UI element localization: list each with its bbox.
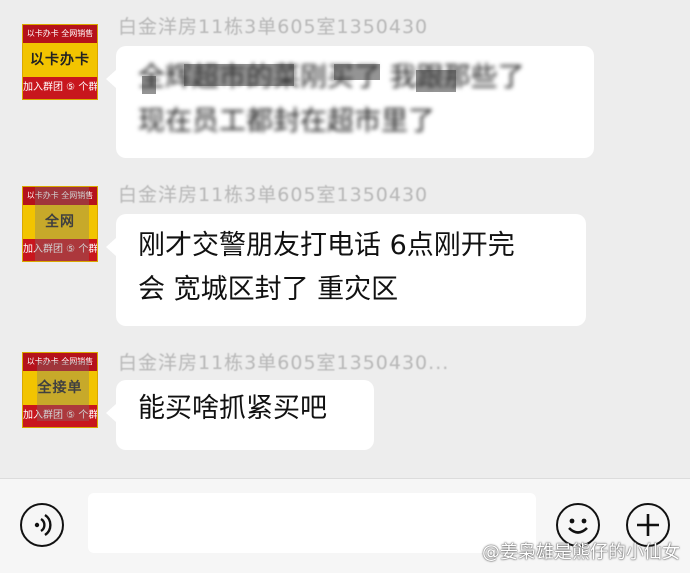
avatar[interactable]: 以卡办卡 全网销售 全网 加入群团 ⑤ 个群组 (22, 186, 98, 262)
censor-block (416, 70, 456, 92)
avatar-banner: 以卡办卡 全网销售 (23, 25, 97, 43)
censor-block (184, 64, 294, 86)
voice-icon (34, 514, 52, 536)
sender-name: 白金洋房11栋3单605室1350430 (118, 184, 429, 206)
message-text-line: 会 宽城区封了 重灾区 (138, 274, 399, 305)
avatar[interactable]: 以卡办卡 全网销售 全接单 加入群团 ⑤ 个群组 (22, 352, 98, 428)
avatar[interactable]: 以卡办卡 全网销售 以卡办卡 加入群团 ⑤ 个群组 (22, 24, 98, 100)
pixelation (35, 187, 89, 261)
avatar-title: 以卡办卡 (30, 52, 90, 68)
voice-button[interactable] (20, 503, 64, 547)
sender-name: 白金洋房11栋3单605室1350430... (118, 352, 450, 374)
message-input[interactable] (88, 493, 536, 553)
message-bubble[interactable]: 全辉超市的菜刚买了 我跟那些了 现在员工都封在超市里了 (106, 46, 594, 158)
avatar-footer: 加入群团 ⑤ 个群组 (23, 77, 97, 99)
message-text-line: 刚才交警朋友打电话 6点刚开完 (138, 230, 515, 261)
message-bubble[interactable]: 刚才交警朋友打电话 6点刚开完 会 宽城区封了 重灾区 (106, 214, 586, 326)
censor-block (334, 64, 380, 80)
watermark: @姜枭雄是熊仔的小仙女 (482, 542, 680, 563)
message-bubble[interactable]: 能买啥抓紧买吧 (106, 380, 374, 450)
message-text-line: 能买啥抓紧买吧 (138, 393, 327, 424)
message-text-line: 现在员工都封在超市里了 (138, 106, 435, 137)
censor-block (142, 76, 156, 94)
sender-name: 白金洋房11栋3单605室1350430 (118, 16, 429, 38)
pixelation (37, 361, 89, 421)
